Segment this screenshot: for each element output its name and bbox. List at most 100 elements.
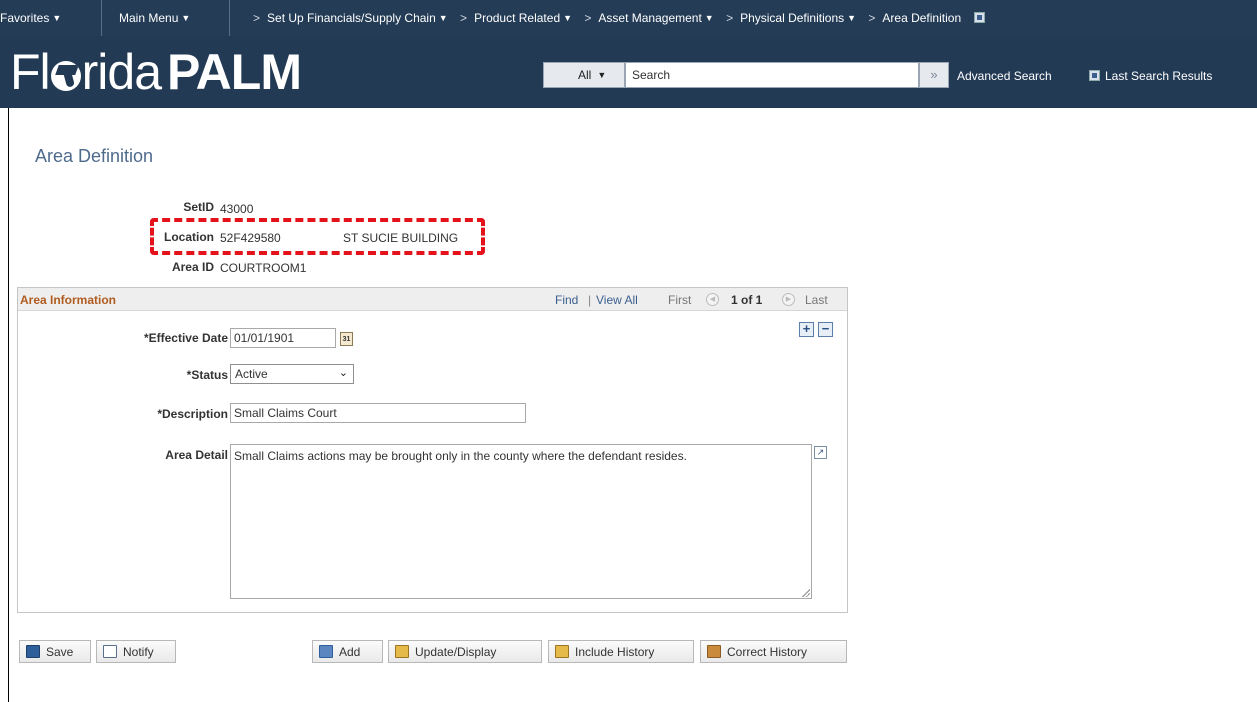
save-button[interactable]: Save: [19, 640, 91, 663]
group-title: Area Information: [20, 293, 117, 307]
notify-label: Notify: [123, 645, 154, 659]
search-go-button[interactable]: »: [919, 62, 949, 88]
double-chevron-icon: »: [930, 67, 938, 82]
chevron-down-icon: ▼: [438, 13, 448, 23]
favorites-label: Favorites: [0, 11, 50, 25]
breadcrumb-separator: >: [253, 11, 261, 25]
status-select[interactable]: Active ⌄: [230, 364, 354, 384]
area-information-group: Area Information Find | View All First ◀…: [17, 287, 848, 613]
correct-history-label: Correct History: [727, 645, 808, 659]
area-id-label: Area ID: [171, 260, 214, 274]
add-label: Add: [339, 645, 361, 659]
status-label: *Status: [186, 368, 228, 382]
expand-textarea-icon[interactable]: ↗: [814, 446, 827, 459]
chevron-down-icon: ▼: [704, 13, 714, 23]
chevron-down-icon: ▼: [52, 13, 62, 23]
breadcrumb-separator: >: [726, 11, 734, 25]
chevron-down-icon: ▼: [563, 13, 573, 23]
first-link[interactable]: First: [668, 293, 691, 307]
main-menu[interactable]: Main Menu ▼: [119, 11, 190, 25]
add-button[interactable]: Add: [312, 640, 383, 663]
area-detail-label: Area Detail: [165, 448, 228, 462]
breadcrumb-item-setup-financials[interactable]: Set Up Financials/Supply Chain ▼: [267, 11, 448, 25]
minus-icon: −: [821, 321, 830, 336]
search-scope-label: All: [578, 68, 592, 82]
breadcrumb-label: Set Up Financials/Supply Chain: [267, 11, 436, 25]
add-icon: [319, 645, 333, 658]
area-detail-text: Small Claims actions may be brought only…: [234, 449, 687, 463]
include-history-button[interactable]: Include History: [548, 640, 694, 663]
correct-history-button[interactable]: Correct History: [700, 640, 847, 663]
effective-date-input[interactable]: [230, 328, 336, 348]
breadcrumb-item-area-definition[interactable]: Area Definition: [882, 11, 961, 25]
chevron-down-icon: ⌄: [338, 367, 348, 379]
breadcrumb-label: Product Related: [474, 11, 561, 25]
logo-text-part: Fl: [10, 44, 51, 100]
next-row-icon[interactable]: ▶: [782, 293, 795, 306]
add-row-button[interactable]: +: [799, 322, 814, 337]
florida-palm-logo: Fl rida PALM: [10, 42, 302, 102]
top-nav-bar: Favorites ▼ Main Menu ▼ > Set Up Financials…: [0, 0, 1257, 36]
breadcrumb-label: Physical Definitions: [740, 11, 845, 25]
notify-icon: [103, 645, 117, 658]
calendar-icon[interactable]: 31: [340, 332, 353, 346]
breadcrumb-separator: >: [460, 11, 468, 25]
plus-icon: +: [802, 321, 811, 336]
breadcrumb-label: Area Definition: [882, 11, 962, 25]
breadcrumb: > Set Up Financials/Supply Chain ▼ > Produc…: [244, 11, 986, 25]
logo-text-bold: PALM: [167, 44, 302, 100]
include-history-label: Include History: [575, 645, 655, 659]
navigation-history-icon[interactable]: [974, 12, 986, 23]
breadcrumb-separator: >: [584, 11, 592, 25]
description-label: *Description: [157, 407, 228, 421]
nav-divider: [101, 0, 102, 36]
advanced-search-link[interactable]: Advanced Search: [957, 69, 1052, 83]
area-detail-textarea[interactable]: Small Claims actions may be brought only…: [230, 444, 812, 599]
header-band: FlridaPALM All ▼ »: [0, 36, 1257, 108]
chevron-down-icon: ▼: [597, 70, 607, 80]
main-menu-label: Main Menu: [119, 11, 179, 25]
link-separator: |: [588, 293, 592, 307]
breadcrumb-item-product-related[interactable]: Product Related ▼: [474, 11, 572, 25]
save-label: Save: [46, 645, 74, 659]
correct-history-icon: [707, 645, 721, 658]
last-link[interactable]: Last: [805, 293, 828, 307]
nav-divider: [229, 0, 230, 36]
breadcrumb-item-physical-definitions[interactable]: Physical Definitions ▼: [740, 11, 856, 25]
logo-text-part: rida: [81, 44, 162, 100]
page-title: Area Definition: [35, 146, 154, 166]
chevron-down-icon: ▼: [181, 13, 191, 23]
effective-date-label: *Effective Date: [143, 331, 228, 345]
delete-row-button[interactable]: −: [818, 322, 833, 337]
page-left-border: [8, 108, 9, 702]
group-header: Area Information Find | View All First ◀…: [18, 288, 847, 311]
find-link[interactable]: Find: [555, 293, 578, 307]
last-search-results-link[interactable]: Last Search Results: [1089, 69, 1212, 83]
description-input[interactable]: [230, 403, 526, 423]
update-display-icon: [395, 645, 409, 658]
save-icon: [26, 645, 40, 658]
resize-handle-icon[interactable]: [801, 588, 810, 597]
update-display-label: Update/Display: [415, 645, 497, 659]
favorites-menu[interactable]: Favorites ▼: [0, 11, 61, 25]
area-id-value: COURTROOM1: [220, 261, 307, 275]
location-highlight-box: [150, 218, 485, 255]
status-selected-value: Active: [235, 367, 268, 381]
view-all-link[interactable]: View All: [596, 293, 638, 307]
notify-button[interactable]: Notify: [96, 640, 176, 663]
breadcrumb-label: Asset Management: [598, 11, 702, 25]
last-search-results-label: Last Search Results: [1105, 69, 1213, 83]
chevron-down-icon: ▼: [847, 13, 857, 23]
search-scope-dropdown[interactable]: All ▼: [543, 62, 625, 88]
breadcrumb-item-asset-management[interactable]: Asset Management ▼: [598, 11, 713, 25]
calendar-day-glyph: 31: [342, 336, 351, 343]
search-results-icon: [1089, 70, 1100, 81]
previous-row-icon[interactable]: ◀: [706, 293, 719, 306]
breadcrumb-separator: >: [868, 11, 876, 25]
florida-map-icon: [50, 61, 81, 91]
row-count: 1 of 1: [731, 293, 763, 307]
include-history-icon: [555, 645, 569, 658]
setid-label: SetID: [183, 200, 214, 214]
update-display-button[interactable]: Update/Display: [388, 640, 542, 663]
search-input[interactable]: [625, 62, 919, 88]
